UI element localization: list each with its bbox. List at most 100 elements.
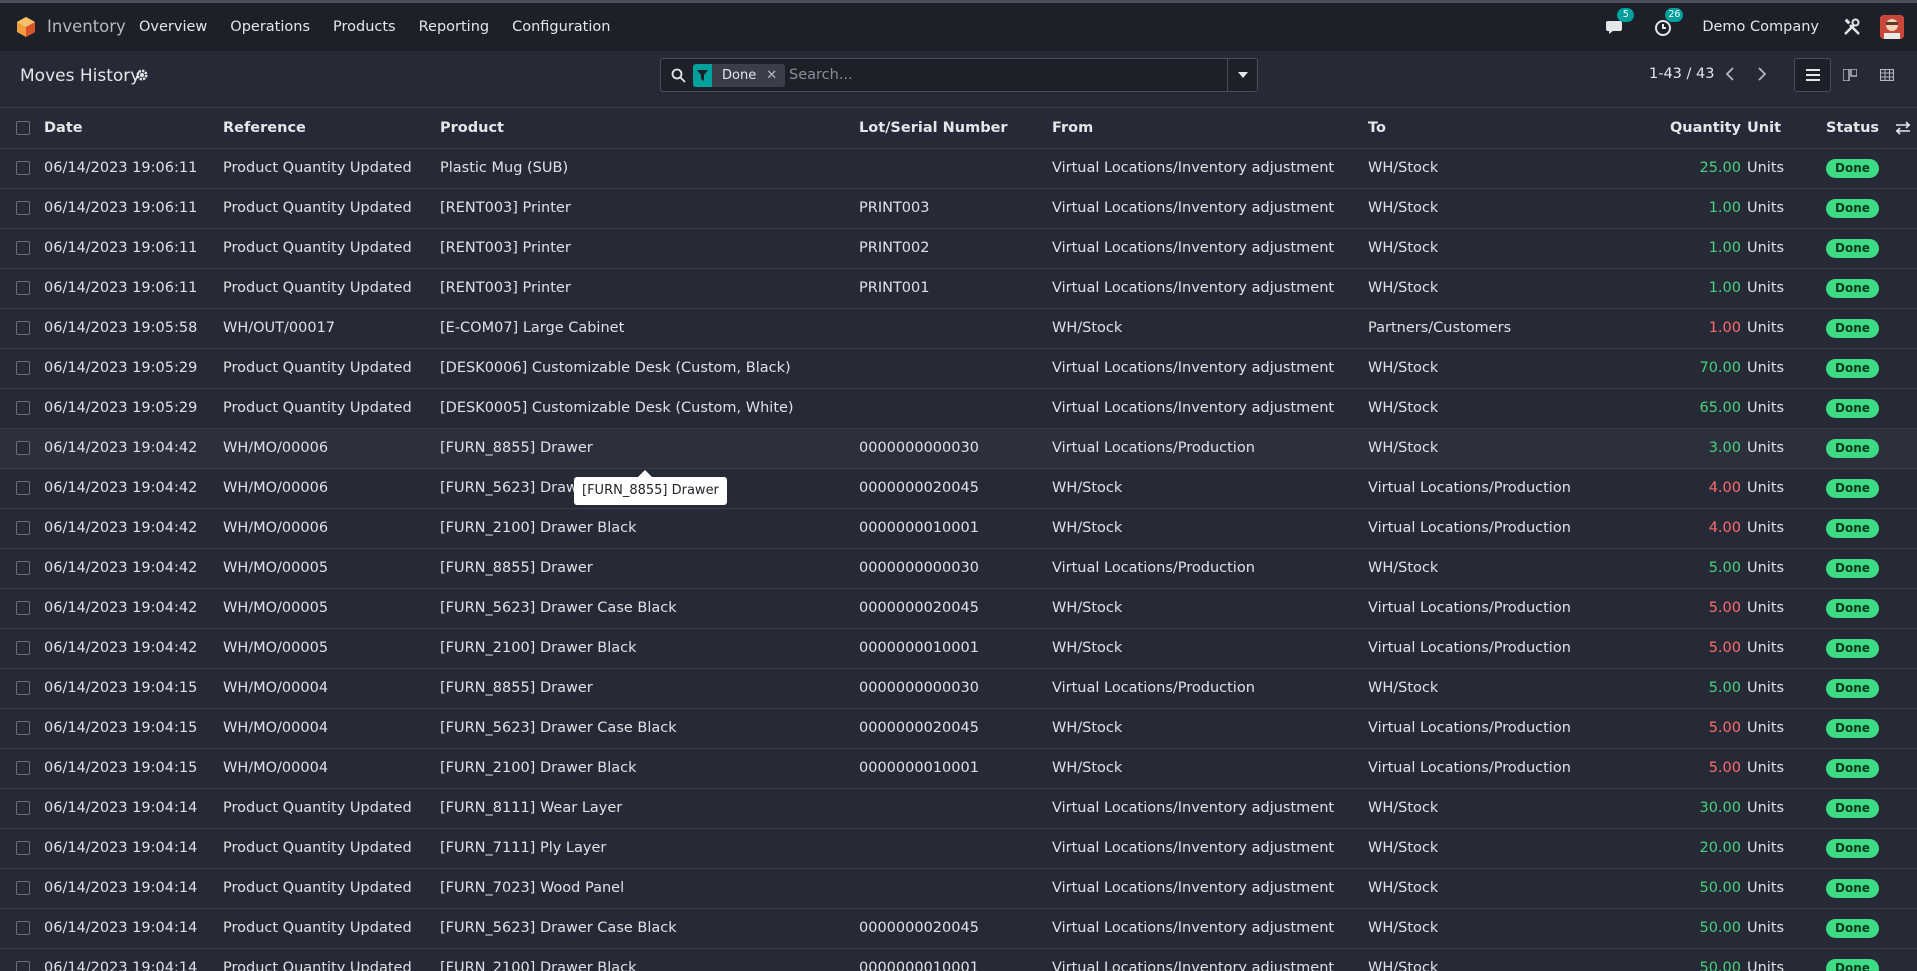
row-checkbox[interactable] bbox=[16, 921, 30, 935]
user-avatar[interactable] bbox=[1880, 15, 1904, 39]
row-checkbox[interactable] bbox=[16, 241, 30, 255]
table-row[interactable]: 06/14/2023 19:04:42 WH/MO/00005 [FURN_8855… bbox=[0, 548, 1917, 588]
row-select-cell bbox=[0, 588, 44, 628]
row-checkbox[interactable] bbox=[16, 961, 30, 971]
row-checkbox[interactable] bbox=[16, 281, 30, 295]
row-checkbox[interactable] bbox=[16, 641, 30, 655]
cell-reference: WH/MO/00006 bbox=[223, 480, 329, 496]
row-checkbox[interactable] bbox=[16, 161, 30, 175]
table-row[interactable]: 06/14/2023 19:04:42 WH/MO/00006 [FURN_5623… bbox=[0, 468, 1917, 508]
table-row[interactable]: 06/14/2023 19:04:42 WH/MO/00006 [FURN_2100… bbox=[0, 508, 1917, 548]
pager-value[interactable]: 1-43 / 43 bbox=[1649, 66, 1714, 82]
table-row[interactable]: 06/14/2023 19:06:11 Product Quantity Upda… bbox=[0, 268, 1917, 308]
activities-button[interactable]: 26 bbox=[1654, 8, 1684, 37]
row-checkbox[interactable] bbox=[16, 401, 30, 415]
column-lot[interactable]: Lot/Serial Number bbox=[859, 108, 1052, 149]
kanban-view-button[interactable] bbox=[1831, 58, 1868, 92]
table-row[interactable]: 06/14/2023 19:06:11 Product Quantity Upda… bbox=[0, 228, 1917, 268]
select-all-cell bbox=[0, 108, 44, 149]
table-header: Date Reference Product Lot/Serial Number… bbox=[0, 108, 1917, 149]
row-checkbox[interactable] bbox=[16, 561, 30, 575]
table-row[interactable]: 06/14/2023 19:04:14 Product Quantity Upda… bbox=[0, 948, 1917, 971]
select-all-checkbox[interactable] bbox=[16, 120, 30, 135]
cell-quantity: 50.00 bbox=[1699, 880, 1741, 896]
cell-unit: Units bbox=[1747, 280, 1785, 296]
row-checkbox[interactable] bbox=[16, 601, 30, 615]
cell-unit: Units bbox=[1747, 560, 1785, 576]
row-checkbox[interactable] bbox=[16, 841, 30, 855]
column-from[interactable]: From bbox=[1052, 108, 1368, 149]
table-row[interactable]: 06/14/2023 19:06:11 Product Quantity Upda… bbox=[0, 148, 1917, 188]
pager-next-icon[interactable] bbox=[1755, 66, 1769, 82]
list-icon bbox=[1805, 69, 1820, 81]
table-row[interactable]: 06/14/2023 19:05:29 Product Quantity Upda… bbox=[0, 348, 1917, 388]
table-row[interactable]: 06/14/2023 19:04:42 WH/MO/00005 [FURN_5623… bbox=[0, 588, 1917, 628]
inventory-app-icon[interactable] bbox=[17, 17, 35, 37]
cell-product: [DESK0006] Customizable Desk (Custom, Bl… bbox=[440, 360, 791, 376]
column-status-label[interactable]: Status bbox=[1826, 120, 1879, 136]
messages-button[interactable]: 5 bbox=[1606, 8, 1635, 37]
table-row[interactable]: 06/14/2023 19:04:15 WH/MO/00004 [FURN_8855… bbox=[0, 668, 1917, 708]
column-to[interactable]: To bbox=[1368, 108, 1626, 149]
search-options-toggle[interactable] bbox=[1227, 59, 1257, 91]
table-row[interactable]: 06/14/2023 19:05:58 WH/OUT/00017 [E-COM07]… bbox=[0, 308, 1917, 348]
optional-columns-icon[interactable] bbox=[1895, 120, 1911, 136]
table-row[interactable]: 06/14/2023 19:04:14 Product Quantity Upda… bbox=[0, 868, 1917, 908]
column-quantity[interactable]: Quantity bbox=[1626, 108, 1747, 149]
gear-icon[interactable] bbox=[135, 68, 149, 82]
status-badge: Done bbox=[1826, 158, 1879, 178]
menu-configuration[interactable]: Configuration bbox=[512, 19, 610, 35]
table-row[interactable]: 06/14/2023 19:04:14 Product Quantity Upda… bbox=[0, 908, 1917, 948]
pivot-view-button[interactable] bbox=[1868, 58, 1905, 92]
cell-date: 06/14/2023 19:04:14 bbox=[44, 920, 198, 936]
row-checkbox[interactable] bbox=[16, 441, 30, 455]
column-unit[interactable]: Unit bbox=[1747, 108, 1826, 149]
table-row[interactable]: 06/14/2023 19:04:42 WH/MO/00006 [FURN_8855… bbox=[0, 428, 1917, 468]
table-row[interactable]: 06/14/2023 19:04:42 WH/MO/00005 [FURN_2100… bbox=[0, 628, 1917, 668]
row-checkbox[interactable] bbox=[16, 321, 30, 335]
table-row[interactable]: 06/14/2023 19:04:14 Product Quantity Upda… bbox=[0, 788, 1917, 828]
menu-reporting[interactable]: Reporting bbox=[419, 19, 490, 35]
cell-unit: Units bbox=[1747, 800, 1785, 816]
facet-remove-icon[interactable]: ✕ bbox=[766, 68, 785, 83]
table-row[interactable]: 06/14/2023 19:06:11 Product Quantity Upda… bbox=[0, 188, 1917, 228]
column-product[interactable]: Product bbox=[440, 108, 859, 149]
cell-to: WH/Stock bbox=[1368, 840, 1439, 856]
cell-quantity: 65.00 bbox=[1699, 400, 1741, 416]
table-row[interactable]: 06/14/2023 19:05:29 Product Quantity Upda… bbox=[0, 388, 1917, 428]
cell-from: Virtual Locations/Production bbox=[1052, 560, 1255, 576]
cell-date: 06/14/2023 19:04:14 bbox=[44, 960, 198, 971]
table-row[interactable]: 06/14/2023 19:04:14 Product Quantity Upda… bbox=[0, 828, 1917, 868]
cell-status: Done bbox=[1826, 268, 1917, 308]
row-checkbox[interactable] bbox=[16, 481, 30, 495]
search-input[interactable] bbox=[789, 60, 1229, 90]
table-row[interactable]: 06/14/2023 19:04:15 WH/MO/00004 [FURN_5623… bbox=[0, 708, 1917, 748]
menu-products[interactable]: Products bbox=[333, 19, 396, 35]
row-checkbox[interactable] bbox=[16, 201, 30, 215]
list-view-button[interactable] bbox=[1794, 58, 1831, 92]
row-checkbox[interactable] bbox=[16, 801, 30, 815]
status-badge: Done bbox=[1826, 958, 1879, 971]
menu-operations[interactable]: Operations bbox=[230, 19, 310, 35]
debug-tools-icon[interactable] bbox=[1843, 18, 1861, 36]
row-checkbox[interactable] bbox=[16, 681, 30, 695]
row-checkbox[interactable] bbox=[16, 361, 30, 375]
cell-to: WH/Stock bbox=[1368, 160, 1439, 176]
facet-label: Done bbox=[722, 68, 757, 83]
row-checkbox[interactable] bbox=[16, 521, 30, 535]
cell-quantity: 50.00 bbox=[1699, 920, 1741, 936]
app-name[interactable]: Inventory bbox=[47, 17, 126, 36]
row-checkbox[interactable] bbox=[16, 761, 30, 775]
pager-previous-icon[interactable] bbox=[1723, 66, 1737, 82]
column-date[interactable]: Date bbox=[44, 108, 223, 149]
table-row[interactable]: 06/14/2023 19:04:15 WH/MO/00004 [FURN_2100… bbox=[0, 748, 1917, 788]
search-icon[interactable] bbox=[671, 68, 686, 83]
row-checkbox[interactable] bbox=[16, 721, 30, 735]
cell-reference: Product Quantity Updated bbox=[223, 840, 412, 856]
menu-overview[interactable]: Overview bbox=[139, 19, 207, 35]
messages-count-badge: 5 bbox=[1617, 8, 1635, 22]
column-reference[interactable]: Reference bbox=[223, 108, 440, 149]
cell-date: 06/14/2023 19:04:15 bbox=[44, 720, 198, 736]
company-switcher[interactable]: Demo Company bbox=[1702, 19, 1819, 35]
row-checkbox[interactable] bbox=[16, 881, 30, 895]
